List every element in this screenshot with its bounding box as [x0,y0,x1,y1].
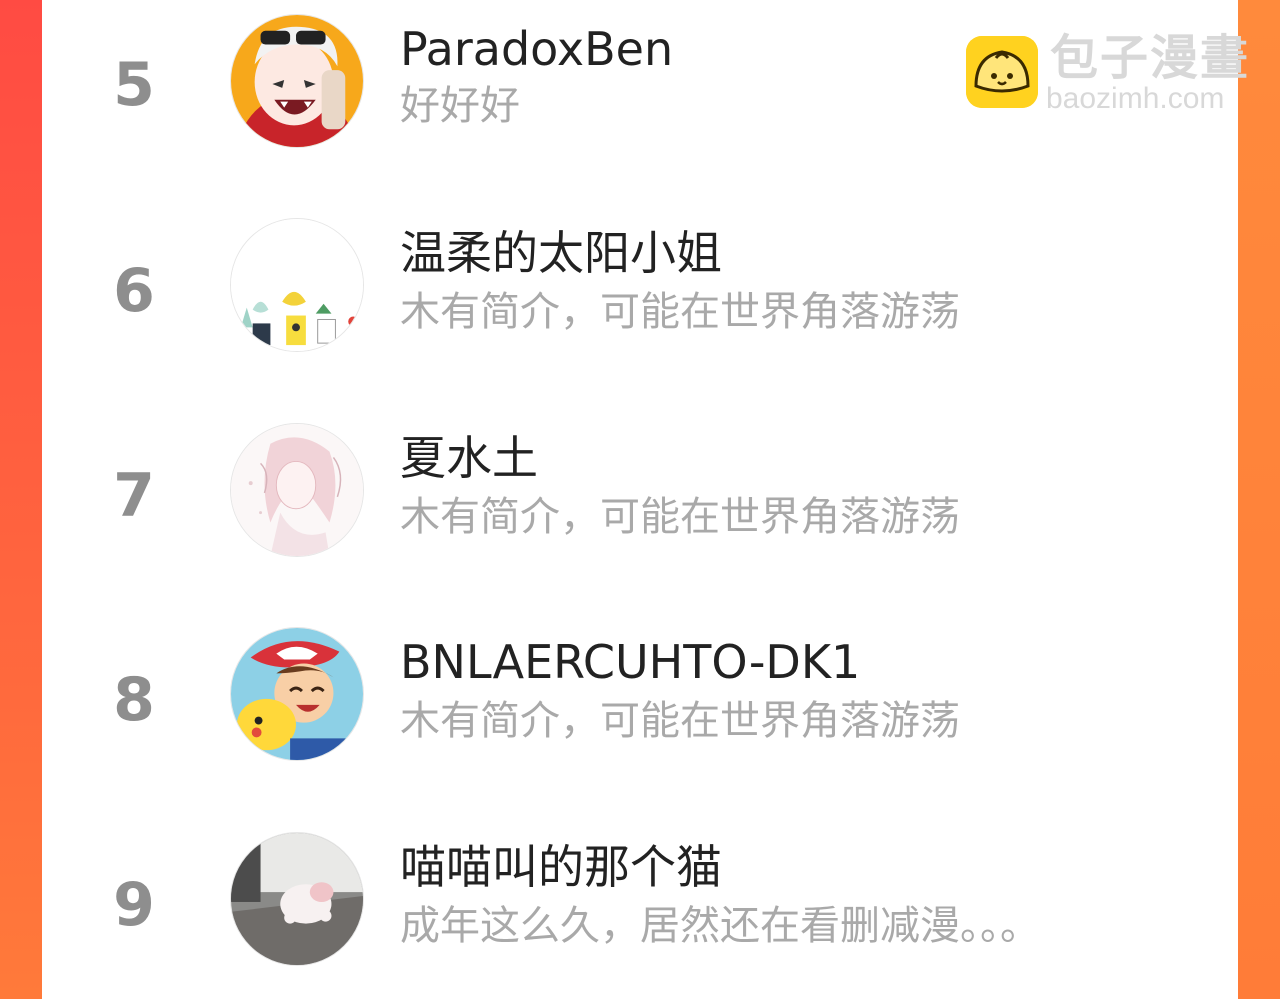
ranking-list-card: 5 ParadoxBen 好好好 6 温柔的太阳小姐 木有简介，可能在世界角落游… [42,0,1238,999]
anime-girl-sunglasses-avatar-icon [231,15,363,147]
user-bio: 好好好 [400,83,520,129]
username[interactable]: 夏水土 [400,435,538,481]
user-bio: 木有简介，可能在世界角落游荡 [400,494,960,540]
watermark-title: 包子漫畫 [1050,30,1251,86]
rank-number: 8 [113,665,155,735]
avatar[interactable] [230,627,364,761]
boy-with-pikachu-avatar-icon [231,628,363,760]
avatar[interactable] [230,423,364,557]
user-bio: 木有简介，可能在世界角落游荡 [400,289,960,335]
username[interactable]: 喵喵叫的那个猫 [400,844,722,890]
avatar[interactable] [230,832,364,966]
bun-logo-icon [966,36,1038,108]
rank-number: 9 [113,870,155,940]
rank-number: 5 [113,50,155,120]
white-dog-photo-avatar-icon [231,833,363,965]
list-item[interactable]: 7 夏水土 木有简介，可能在世界角落游荡 [42,411,1238,571]
avatar[interactable] [230,14,364,148]
list-item[interactable]: 6 温柔的太阳小姐 木有简介，可能在世界角落游荡 [42,206,1238,366]
potted-plants-avatar-icon [231,219,363,351]
user-bio: 木有简介，可能在世界角落游荡 [400,698,960,744]
username[interactable]: BNLAERCUHTO-DK1 [400,639,860,685]
username[interactable]: 温柔的太阳小姐 [400,230,722,276]
list-item[interactable]: 9 喵喵叫的那个猫 成年这么久，居然还在看删减漫。。。 [42,820,1238,980]
site-watermark: 包子漫畫 baozimh.com [966,34,1256,118]
page-background: 5 ParadoxBen 好好好 6 温柔的太阳小姐 木有简介，可能在世界角落游… [0,0,1280,999]
rank-number: 6 [113,256,155,326]
sketch-girl-avatar-icon [231,424,363,556]
rank-number: 7 [113,461,155,531]
username[interactable]: ParadoxBen [400,26,673,72]
avatar[interactable] [230,218,364,352]
list-item[interactable]: 8 BNLAERCUHTO-DK1 木有简介，可能在世界角落游荡 [42,615,1238,775]
watermark-url: baozimh.com [1046,82,1225,115]
user-bio: 成年这么久，居然还在看删减漫。。。 [400,903,1040,949]
